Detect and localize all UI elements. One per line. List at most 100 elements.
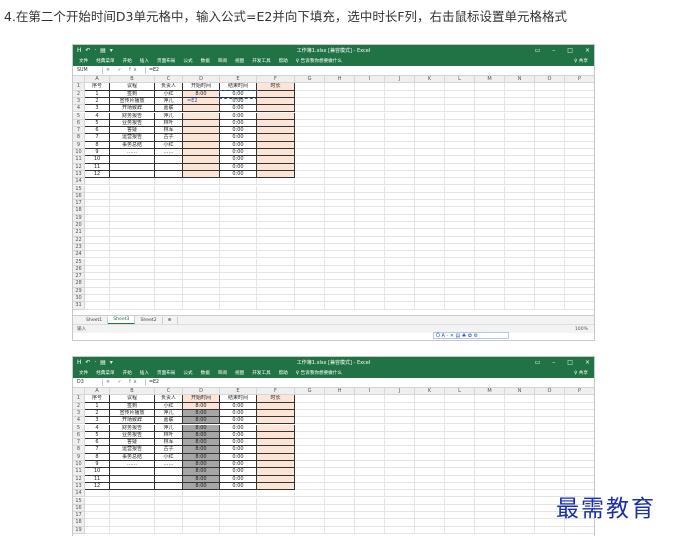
cell[interactable] — [415, 149, 445, 157]
row-header[interactable]: 8 — [73, 446, 85, 454]
cell[interactable] — [505, 395, 535, 403]
cell[interactable] — [385, 90, 415, 98]
cell[interactable] — [385, 280, 415, 288]
cell[interactable] — [295, 302, 325, 310]
cell[interactable] — [565, 113, 594, 120]
cell[interactable] — [220, 243, 257, 252]
minimize-icon[interactable]: – — [552, 47, 555, 54]
cell[interactable] — [110, 170, 155, 179]
cell[interactable] — [110, 504, 155, 513]
cell[interactable] — [325, 280, 355, 288]
cell[interactable] — [505, 417, 535, 425]
cell[interactable]: 小红 — [155, 453, 183, 461]
cell[interactable] — [445, 453, 475, 461]
tab-review[interactable]: 审阅 — [218, 370, 227, 376]
cell[interactable] — [415, 302, 445, 310]
cell[interactable] — [295, 280, 325, 288]
cell[interactable]: 8:00 — [183, 475, 220, 483]
cell[interactable] — [535, 265, 565, 274]
tab-developer[interactable]: 开发工具 — [252, 370, 270, 376]
cell[interactable] — [295, 504, 325, 513]
cell[interactable] — [155, 156, 183, 164]
row-header[interactable]: 7 — [73, 439, 85, 447]
cell[interactable] — [220, 512, 257, 520]
cell[interactable]: 4 — [85, 112, 110, 120]
column-header[interactable]: B — [110, 388, 155, 396]
cell[interactable] — [415, 222, 445, 230]
cell[interactable] — [535, 417, 565, 425]
name-box[interactable]: SUM — [73, 68, 99, 73]
cell[interactable] — [110, 280, 155, 288]
cell[interactable] — [415, 482, 445, 491]
cell[interactable] — [475, 163, 505, 171]
cell[interactable] — [295, 156, 325, 164]
cell[interactable] — [110, 229, 155, 237]
cell[interactable] — [445, 200, 475, 208]
cell[interactable]: …… — [110, 149, 155, 157]
cell[interactable] — [325, 497, 355, 505]
cell[interactable] — [325, 453, 355, 461]
cell[interactable] — [535, 236, 565, 244]
cell[interactable] — [110, 273, 155, 281]
cell[interactable] — [445, 222, 475, 230]
cell[interactable] — [415, 214, 445, 222]
cell[interactable] — [257, 409, 295, 418]
cell[interactable] — [505, 243, 535, 252]
cell[interactable] — [85, 295, 110, 303]
cell[interactable] — [257, 229, 295, 237]
column-header[interactable]: H — [325, 76, 355, 84]
cell[interactable] — [85, 258, 110, 266]
table-header-cell[interactable]: 议程 — [110, 395, 155, 403]
cell[interactable] — [325, 83, 355, 91]
cell[interactable] — [505, 229, 535, 237]
cell[interactable] — [155, 236, 183, 244]
cell[interactable] — [565, 215, 594, 222]
cell[interactable] — [325, 185, 355, 193]
cell[interactable] — [325, 112, 355, 120]
cell[interactable] — [85, 273, 110, 281]
cell[interactable] — [325, 258, 355, 266]
cell[interactable] — [565, 454, 594, 461]
cell[interactable] — [535, 424, 565, 432]
column-header[interactable]: K — [415, 76, 445, 84]
row-header[interactable]: 17 — [73, 512, 85, 520]
cell[interactable] — [565, 164, 594, 171]
cell[interactable] — [257, 119, 295, 128]
cell[interactable] — [325, 119, 355, 128]
cell[interactable] — [535, 453, 565, 461]
worksheet-grid[interactable]: A B C D E F G H I J K L M N O P 1 序号 议程 负责人 开始时间 结束时间 时长 2 1 签到 小红… — [73, 76, 594, 315]
cell[interactable] — [295, 222, 325, 230]
cell[interactable] — [475, 475, 505, 483]
cell[interactable]: 9 — [85, 461, 110, 469]
cell[interactable] — [325, 251, 355, 259]
cell[interactable] — [535, 402, 565, 410]
table-header-cell[interactable]: 结束时间 — [220, 395, 257, 403]
cell[interactable] — [565, 156, 594, 164]
column-header[interactable]: B — [110, 76, 155, 84]
cell[interactable]: 业务报告 — [110, 431, 155, 440]
cell[interactable] — [535, 409, 565, 418]
cell[interactable] — [445, 439, 475, 447]
cell[interactable] — [355, 178, 385, 186]
row-header[interactable]: 27 — [73, 273, 85, 281]
cell[interactable] — [183, 207, 220, 215]
cell[interactable] — [475, 519, 505, 527]
cell[interactable] — [415, 134, 445, 142]
cell[interactable] — [110, 178, 155, 186]
row-header[interactable]: 9 — [73, 453, 85, 461]
cell[interactable]: 8 — [85, 141, 110, 149]
cell[interactable] — [415, 519, 445, 527]
cell[interactable] — [355, 526, 385, 534]
cell[interactable] — [505, 497, 535, 505]
cell[interactable] — [355, 439, 385, 447]
cell[interactable] — [355, 475, 385, 483]
cell[interactable] — [295, 265, 325, 274]
cell[interactable]: 宣传片播放 — [110, 97, 155, 106]
cell[interactable]: 8:00 — [183, 439, 220, 447]
cell[interactable] — [295, 236, 325, 244]
cell[interactable] — [220, 497, 257, 505]
cell[interactable] — [325, 512, 355, 520]
cell[interactable]: 8:00 — [183, 468, 220, 476]
column-header[interactable]: N — [505, 388, 535, 396]
column-header[interactable]: I — [355, 76, 385, 84]
